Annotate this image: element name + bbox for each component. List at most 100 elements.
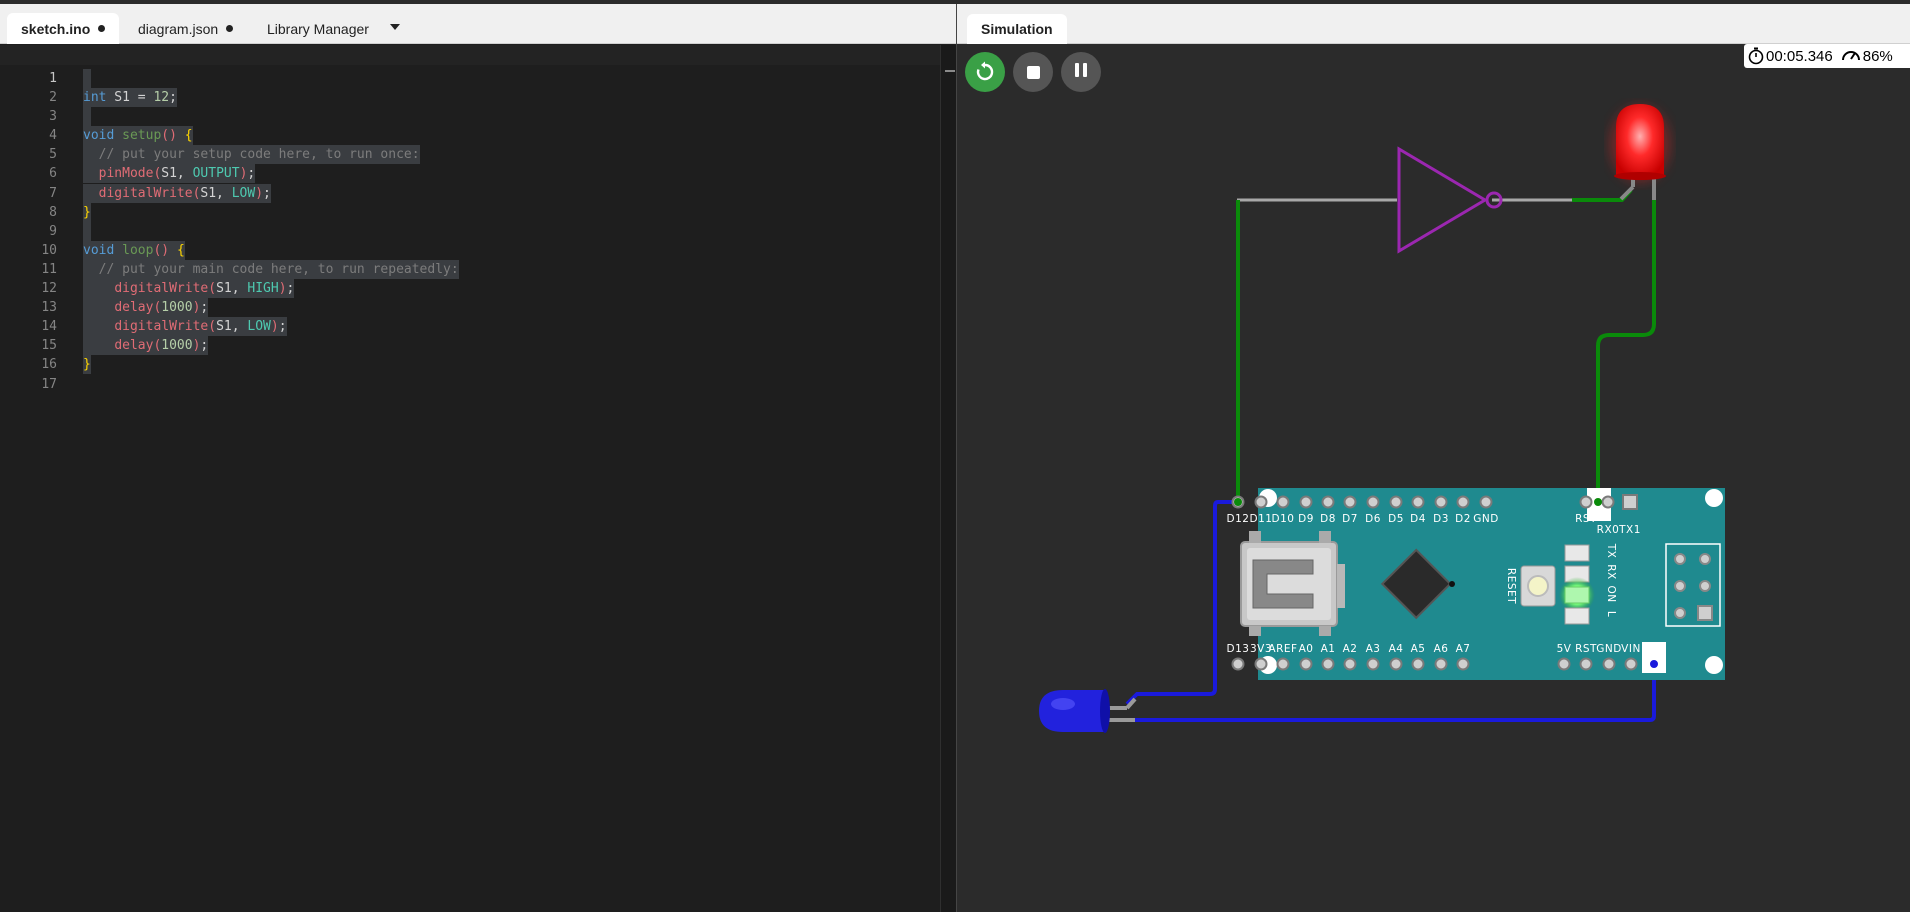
board-pin[interactable] [1434,657,1448,671]
red-led-base [1614,172,1666,180]
board-pin[interactable] [1276,495,1290,509]
tab-sketch-ino[interactable]: sketch.ino [7,13,120,44]
mount-hole [1705,489,1723,507]
pin-label: D13 [1227,643,1250,655]
line-text: digitalWrite(S1, HIGH); [83,279,295,299]
tab-library-manager[interactable]: Library Manager [253,13,383,44]
led-label-l: L [1605,611,1617,617]
pin-label: D8 [1320,513,1336,525]
simulation-pane: D12 D11 D10 D9 D8 D7 D6 D5 D4 D3 D2 GND RST RX0 TX1 D1… [956,4,1910,912]
not-gate[interactable] [1237,146,1572,254]
pin-label: D2 [1455,513,1471,525]
board-pin[interactable] [1299,657,1313,671]
board-pin[interactable] [1343,657,1357,671]
line-text: digitalWrite(S1, LOW); [83,317,287,337]
code-line: 3 [0,107,940,127]
simulation-speed: 86% [1862,47,1893,65]
line-text: void loop() { [83,240,185,260]
pin-label: A3 [1366,643,1381,655]
board-pin[interactable] [1231,657,1245,671]
code-editor[interactable]: 1 2 int S1 = 12; 3 4 void setup() {5 // put… [0,45,940,912]
board-pin[interactable] [1389,495,1403,509]
pin-label: TX1 [1618,524,1641,536]
line-number: 16 [41,357,57,373]
led-label-on: ON [1605,585,1617,602]
restart-button[interactable] [965,52,1005,92]
code-lines: 1 2 int S1 = 12; 3 4 void setup() {5 // put… [0,69,940,394]
pin-label: A0 [1299,643,1314,655]
board-pin[interactable] [1321,495,1335,509]
pin-label: D10 [1272,513,1295,525]
mount-hole [1705,656,1723,674]
board-pin[interactable] [1299,495,1313,509]
line-number: 1 [49,71,57,86]
reset-button[interactable] [1520,565,1556,607]
board-pin[interactable] [1579,657,1593,671]
board-pin[interactable] [1624,657,1638,671]
line-number: 15 [41,338,57,354]
pin-label: A1 [1321,643,1336,655]
board-pin[interactable] [1602,657,1616,671]
board-pin[interactable] [1579,495,1593,509]
line-number: 14 [41,319,57,335]
line-number: 10 [41,242,57,258]
board-pin[interactable] [1343,495,1357,509]
blue-led-body [1039,690,1105,732]
board-pin[interactable] [1411,495,1425,509]
board-pin[interactable] [1411,657,1425,671]
tab-menu-caret-icon[interactable] [390,24,400,30]
board-pin[interactable] [1557,657,1571,671]
line-text: // put your setup code here, to run once… [83,145,420,165]
code-line: 7 digitalWrite(S1, LOW); [0,183,940,203]
board-pin[interactable] [1456,657,1470,671]
tab-simulation[interactable]: Simulation [967,14,1067,44]
board-pin[interactable] [1321,657,1335,671]
board-pin[interactable] [1254,657,1268,671]
line-text: digitalWrite(S1, LOW); [83,183,271,203]
board-pin[interactable] [1389,657,1403,671]
simulation-tab-bar: Simulation [957,4,1910,44]
red-led[interactable] [1610,104,1670,201]
tab-label: sketch.ino [21,20,91,37]
led-label-tx: TX [1605,543,1617,559]
board-pin[interactable] [1434,495,1448,509]
line-text [83,69,91,88]
green-wires[interactable] [1236,188,1656,502]
code-line: 16} [0,355,940,375]
wire-red-led-to-gnd[interactable] [1596,200,1656,502]
code-line: 6 pinMode(S1, OUTPUT); [0,164,940,184]
board-pin[interactable] [1254,495,1268,509]
board-pin[interactable] [1601,495,1615,509]
pin-label: A4 [1389,643,1404,655]
pin-label: D6 [1365,513,1381,525]
line-number: 4 [49,128,57,144]
pin-label: A2 [1343,643,1358,655]
line-number: 9 [49,223,57,239]
blue-led[interactable] [1039,689,1137,733]
pause-button[interactable] [1061,52,1101,92]
board-pin[interactable] [1366,657,1380,671]
unsaved-dot-icon [226,25,234,32]
line-number: 6 [49,166,57,182]
pin-label: GND [1596,643,1622,655]
board-pin[interactable] [1276,657,1290,671]
pin-label: A7 [1456,643,1471,655]
code-line: 10 void loop() { [0,240,940,260]
editor-scrollbar[interactable] [940,45,956,912]
code-line: 14 digitalWrite(S1, LOW); [0,317,940,337]
arduino-nano-board[interactable]: D12 D11 D10 D9 D8 D7 D6 D5 D4 D3 D2 GND RSTRX0 TX1 D1… [1227,488,1725,680]
board-pin[interactable] [1366,495,1380,509]
editor-tab-bar: sketch.ino diagram.json Library Manager [0,4,956,44]
line-number: 8 [49,204,57,220]
stopwatch-icon [1748,47,1764,65]
code-line: 8} [0,202,940,222]
board-pin[interactable] [1456,495,1470,509]
wire-d12-to-blue-led[interactable] [1125,500,1238,706]
simulation-canvas[interactable]: D12 D11 D10 D9 D8 D7 D6 D5 D4 D3 D2 GND RSTRX0 TX1 D1… [957,4,1910,912]
red-led-body [1616,104,1664,176]
wire-endpoint [1234,498,1242,506]
tab-diagram-json[interactable]: diagram.json [124,13,247,44]
board-pin[interactable] [1622,494,1638,510]
stop-button[interactable] [1013,52,1053,92]
board-pin[interactable] [1479,495,1493,509]
